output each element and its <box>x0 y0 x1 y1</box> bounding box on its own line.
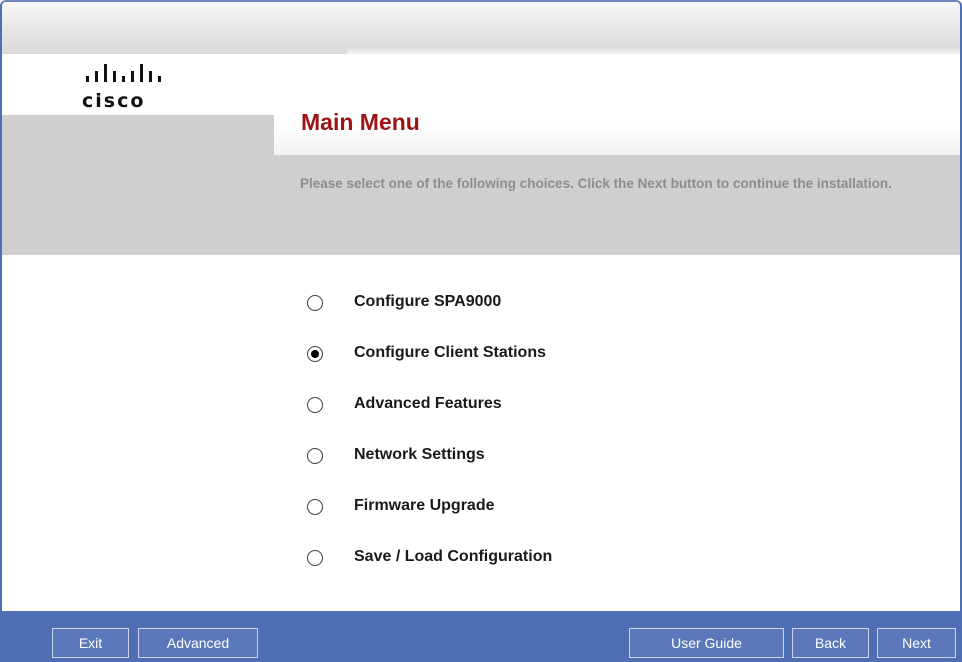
next-button[interactable]: Next <box>877 628 956 658</box>
radio-button[interactable] <box>307 295 323 311</box>
instructions-text: Please select one of the following choic… <box>300 176 892 191</box>
option-advanced-features[interactable]: Advanced Features <box>307 390 757 441</box>
cisco-bars-icon <box>86 64 161 82</box>
radio-button[interactable] <box>307 397 323 413</box>
title-bar-tab-edge <box>347 48 960 54</box>
option-label[interactable]: Configure SPA9000 <box>354 288 501 316</box>
back-button[interactable]: Back <box>792 628 869 658</box>
radio-button[interactable] <box>307 448 323 464</box>
option-label[interactable]: Advanced Features <box>354 390 502 418</box>
option-label[interactable]: Save / Load Configuration <box>354 543 552 571</box>
page-title: Main Menu <box>301 109 420 135</box>
exit-button[interactable]: Exit <box>52 628 129 658</box>
user-guide-button[interactable]: User Guide <box>629 628 784 658</box>
footer-bar: Exit Advanced User Guide Back Next <box>2 611 960 660</box>
main-menu-options: Configure SPA9000 Configure Client Stati… <box>307 288 757 594</box>
option-label[interactable]: Firmware Upgrade <box>354 492 494 520</box>
cisco-logo-text: cisco <box>82 90 146 112</box>
radio-button[interactable] <box>307 499 323 515</box>
radio-button[interactable] <box>307 550 323 566</box>
option-configure-spa9000[interactable]: Configure SPA9000 <box>307 288 757 339</box>
option-save-load-configuration[interactable]: Save / Load Configuration <box>307 543 757 594</box>
advanced-button[interactable]: Advanced <box>138 628 258 658</box>
option-configure-client-stations[interactable]: Configure Client Stations <box>307 339 757 390</box>
option-network-settings[interactable]: Network Settings <box>307 441 757 492</box>
option-label[interactable]: Configure Client Stations <box>354 339 546 367</box>
radio-button[interactable] <box>307 346 323 362</box>
cisco-logo: cisco <box>80 60 190 120</box>
option-firmware-upgrade[interactable]: Firmware Upgrade <box>307 492 757 543</box>
window-title-bar <box>2 2 960 54</box>
installer-window: cisco Main Menu Please select one of the… <box>0 0 962 662</box>
option-label[interactable]: Network Settings <box>354 441 485 469</box>
